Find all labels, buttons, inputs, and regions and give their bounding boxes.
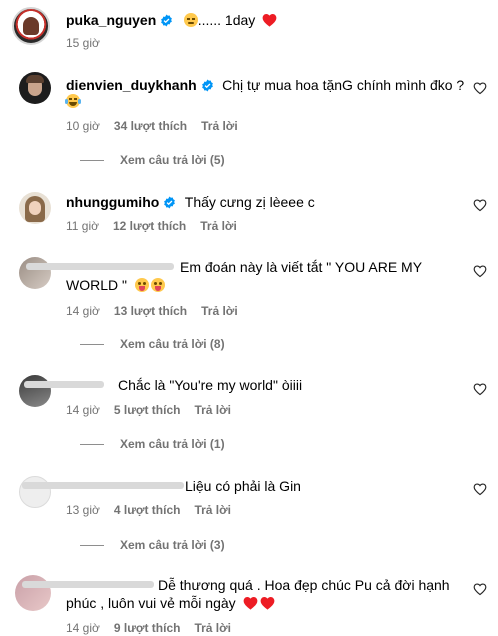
comment-text: Thấy cưng zị lèeee c	[184, 194, 315, 210]
post-caption: puka_nguyen ...... 1day	[66, 10, 277, 30]
comment-avatar[interactable]	[19, 257, 51, 289]
reply-button[interactable]: Trả lời	[201, 119, 238, 133]
divider	[80, 159, 104, 161]
view-replies-label: Xem câu trả lời (5)	[120, 153, 225, 167]
comment-avatar[interactable]	[19, 476, 51, 508]
redacted-username	[24, 381, 104, 388]
reply-button[interactable]: Trả lời	[194, 503, 231, 517]
redacted-username	[22, 581, 154, 588]
comment-text-line2: WORLD "	[66, 275, 165, 295]
comment-text: Liệu có phải là Gin	[185, 478, 301, 494]
view-replies-button[interactable]: Xem câu trả lời (1)	[80, 437, 225, 451]
comment-meta: 14 giờ 13 lượt thích Trả lời	[66, 304, 238, 318]
comment-text: Em đoán này là viết tắt " YOU ARE MY	[180, 259, 423, 275]
redacted-username	[22, 482, 184, 489]
verified-badge-icon	[161, 14, 173, 27]
comment-avatar[interactable]	[19, 192, 51, 224]
comment-time: 13 giờ	[66, 503, 100, 517]
smirk-emoji-icon	[183, 13, 198, 27]
comment-time: 11 giờ	[66, 219, 99, 233]
divider	[80, 544, 104, 546]
verified-badge-icon	[201, 79, 213, 92]
reply-button[interactable]: Trả lời	[200, 219, 237, 233]
view-replies-button[interactable]: Xem câu trả lời (8)	[80, 337, 225, 351]
like-comment-heart-icon[interactable]	[473, 198, 487, 212]
comment-meta: 14 giờ 9 lượt thích Trả lời	[66, 621, 231, 635]
comment-text: Chị tự mua hoa tặnG chính mình đko ?	[222, 77, 465, 93]
view-replies-label: Xem câu trả lời (8)	[120, 337, 225, 351]
comment-text: Chắc là "You're my world" òiiii	[118, 377, 303, 393]
comment: nhunggumiho Thấy cưng zị lèeee c	[66, 192, 315, 212]
comment-likes[interactable]: 4 lượt thích	[114, 503, 181, 517]
laughing-tears-emoji-icon	[65, 94, 81, 108]
reply-button[interactable]: Trả lời	[201, 304, 238, 318]
view-replies-label: Xem câu trả lời (3)	[120, 538, 225, 552]
comment-meta: 11 giờ 12 lượt thích Trả lời	[66, 219, 237, 233]
redacted-username	[26, 263, 174, 270]
like-comment-heart-icon[interactable]	[473, 264, 487, 278]
comment-username[interactable]: nhunggumiho	[66, 194, 159, 210]
reply-button[interactable]: Trả lời	[194, 621, 231, 635]
heart-emoji-icon	[262, 13, 277, 27]
post-time: 15 giờ	[66, 36, 100, 50]
comment-time: 14 giờ	[66, 621, 100, 635]
comment-time: 14 giờ	[66, 403, 100, 417]
post-author-username[interactable]: puka_nguyen	[66, 12, 156, 28]
divider	[80, 443, 104, 445]
heart-emoji-icon	[260, 596, 274, 610]
post-caption-text: ...... 1day	[197, 12, 256, 28]
view-replies-button[interactable]: Xem câu trả lời (3)	[80, 538, 225, 552]
like-comment-heart-icon[interactable]	[473, 382, 487, 396]
comment-text-continued: phúc , luôn vui vẻ mỗi ngày	[66, 595, 236, 611]
like-comment-heart-icon[interactable]	[473, 582, 487, 596]
post-author-avatar[interactable]	[12, 7, 50, 45]
comment-time: 14 giờ	[66, 304, 100, 318]
like-comment-heart-icon[interactable]	[473, 81, 487, 95]
comment-likes[interactable]: 12 lượt thích	[113, 219, 186, 233]
tongue-face-emoji-icon	[150, 278, 165, 292]
comment-avatar[interactable]	[19, 375, 51, 407]
comment-likes[interactable]: 34 lượt thích	[114, 119, 187, 133]
view-replies-label: Xem câu trả lời (1)	[120, 437, 225, 451]
verified-badge-icon	[164, 196, 176, 209]
like-comment-heart-icon[interactable]	[473, 482, 487, 496]
comment-text-line2: phúc , luôn vui vẻ mỗi ngày	[66, 593, 275, 613]
divider	[80, 343, 104, 345]
comment-text-continued: WORLD "	[66, 277, 127, 293]
comment-likes[interactable]: 9 lượt thích	[114, 621, 181, 635]
comment: dienvien_duykhanh Chị tự mua hoa tặnG ch…	[66, 75, 464, 95]
comment-meta: 14 giờ 5 lượt thích Trả lời	[66, 403, 231, 417]
comment-likes[interactable]: 13 lượt thích	[114, 304, 187, 318]
view-replies-button[interactable]: Xem câu trả lời (5)	[80, 153, 225, 167]
reply-button[interactable]: Trả lời	[194, 403, 231, 417]
comment-avatar[interactable]	[19, 72, 51, 104]
comment-meta: 13 giờ 4 lượt thích Trả lời	[66, 503, 231, 517]
comment-time: 10 giờ	[66, 119, 100, 133]
comment-username[interactable]: dienvien_duykhanh	[66, 77, 197, 93]
comment-text: Dễ thương quá . Hoa đẹp chúc Pu cả đời h…	[158, 577, 450, 593]
heart-emoji-icon	[243, 596, 257, 610]
tongue-face-emoji-icon	[134, 278, 149, 292]
comment-likes[interactable]: 5 lượt thích	[114, 403, 181, 417]
comment-meta: 10 giờ 34 lượt thích Trả lời	[66, 119, 238, 133]
